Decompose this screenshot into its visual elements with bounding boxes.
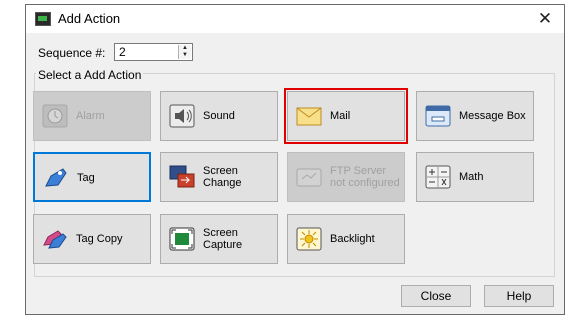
title-bar: Add Action ✕ [26,5,564,33]
speaker-icon [169,104,195,128]
action-label: Screen Change [203,165,242,189]
alarm-icon [42,104,68,128]
screen-capture-icon [169,227,195,251]
stepper-down-icon[interactable]: ▼ [179,52,191,59]
math-icon [425,165,451,189]
math-button[interactable]: Math [416,152,534,202]
add-action-dialog: Add Action ✕ Sequence #: 2 ▲ ▼ Select a … [25,4,565,315]
screen-change-button[interactable]: Screen Change [160,152,278,202]
close-button[interactable]: Close [401,285,471,307]
window-title: Add Action [58,11,121,26]
alarm-button: Alarm [33,91,151,141]
action-label: Math [459,171,484,183]
action-label: Sound [203,110,235,122]
tag-copy-button[interactable]: Tag Copy [33,214,151,264]
action-label: Mail [330,110,351,122]
action-label: Alarm [76,110,105,122]
group-label: Select a Add Action [36,68,144,82]
action-label: Screen Capture [203,227,243,251]
ftp-icon [296,168,322,187]
stepper-up-icon[interactable]: ▲ [179,45,191,52]
tag-icon [45,168,67,187]
help-button[interactable]: Help [484,285,554,307]
mail-icon [296,107,322,126]
sequence-value[interactable]: 2 [119,45,126,59]
sequence-stepper[interactable]: 2 ▲ ▼ [114,43,193,61]
action-label: Backlight [330,233,375,245]
action-label: Tag Copy [76,233,123,245]
action-label: Tag [77,172,95,184]
close-icon[interactable]: ✕ [533,8,557,30]
backlight-button[interactable]: Backlight [287,214,405,264]
action-label: Message Box [459,110,526,122]
app-icon [35,12,51,26]
tag-copy-icon [43,230,67,249]
message-box-button[interactable]: Message Box [416,91,534,141]
mail-button[interactable]: Mail [284,88,408,144]
backlight-icon [296,227,322,251]
action-label: FTP Server not configured [330,165,400,189]
sound-button[interactable]: Sound [160,91,278,141]
ftp-server-button: FTP Server not configured [287,152,405,202]
stepper-buttons: ▲ ▼ [178,45,191,59]
screen-change-icon [169,165,195,188]
tag-button[interactable]: Tag [33,152,151,202]
screen-capture-button[interactable]: Screen Capture [160,214,278,264]
sequence-label: Sequence #: [38,46,106,60]
message-box-icon [425,105,451,127]
